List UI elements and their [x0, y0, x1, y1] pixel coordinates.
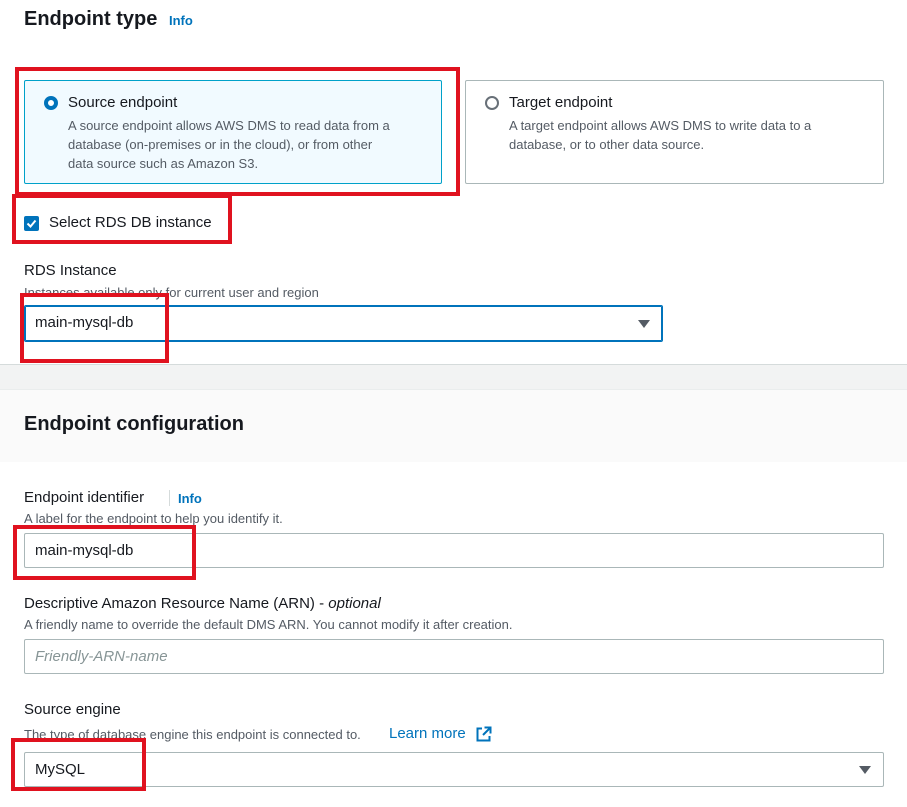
source-desc-line-3: data source such as Amazon S3. [68, 156, 259, 171]
rds-instance-description: Instances available only for current use… [24, 285, 319, 300]
target-desc-line-2: database, or to other data source. [509, 137, 705, 152]
source-engine-value: MySQL [35, 761, 86, 778]
endpoint-configuration-panel: Endpoint identifier Info A label for the… [0, 462, 907, 807]
source-engine-label: Source engine [24, 701, 121, 718]
target-endpoint-title: Target endpoint [509, 94, 613, 111]
endpoint-type-title: Endpoint type [24, 8, 158, 30]
endpoint-configuration-title: Endpoint configuration [24, 413, 244, 435]
rds-instance-select[interactable]: main-mysql-db [24, 305, 663, 342]
source-endpoint-title: Source endpoint [68, 94, 178, 111]
source-desc-line-1: A source endpoint allows AWS DMS to read… [68, 118, 390, 133]
endpoint-identifier-input[interactable]: main-mysql-db [24, 533, 884, 568]
endpoint-type-panel: Endpoint type Info Source endpoint A sou… [0, 0, 907, 365]
rds-instance-label: RDS Instance [24, 262, 117, 279]
endpoint-configuration-header: Endpoint configuration [0, 389, 907, 463]
caret-down-icon [859, 766, 871, 774]
arn-optional-text: optional [328, 595, 381, 612]
arn-placeholder: Friendly-ARN-name [35, 648, 168, 665]
caret-down-icon [638, 320, 650, 328]
learn-more-link[interactable]: Learn more [389, 725, 466, 742]
endpoint-identifier-value: main-mysql-db [35, 542, 134, 559]
source-endpoint-tile[interactable]: Source endpoint A source endpoint allows… [24, 80, 442, 184]
arn-description: A friendly name to override the default … [24, 617, 513, 632]
target-endpoint-description: A target endpoint allows AWS DMS to writ… [509, 116, 811, 154]
source-desc-line-2: database (on-premises or in the cloud), … [68, 137, 373, 152]
external-link-icon[interactable] [475, 726, 492, 743]
endpoint-identifier-info-link[interactable]: Info [178, 491, 202, 506]
target-endpoint-tile[interactable]: Target endpoint A target endpoint allows… [465, 80, 884, 184]
source-engine-select[interactable]: MySQL [24, 752, 884, 787]
rds-instance-value: main-mysql-db [35, 314, 134, 331]
endpoint-type-info-link[interactable]: Info [169, 13, 193, 28]
label-separator [169, 490, 170, 506]
target-desc-line-1: A target endpoint allows AWS DMS to writ… [509, 118, 812, 133]
source-engine-description: The type of database engine this endpoin… [24, 727, 361, 742]
select-rds-checkbox[interactable] [24, 216, 39, 231]
arn-label: Descriptive Amazon Resource Name (ARN) -… [24, 595, 381, 612]
select-rds-label[interactable]: Select RDS DB instance [49, 214, 212, 231]
endpoint-identifier-description: A label for the endpoint to help you ide… [24, 511, 283, 526]
arn-label-text: Descriptive Amazon Resource Name (ARN) - [24, 595, 325, 612]
endpoint-identifier-label: Endpoint identifier [24, 489, 145, 506]
target-endpoint-radio[interactable] [485, 96, 499, 110]
source-endpoint-description: A source endpoint allows AWS DMS to read… [68, 116, 390, 173]
source-endpoint-radio[interactable] [44, 96, 58, 110]
checkmark-icon [26, 219, 37, 228]
arn-input[interactable]: Friendly-ARN-name [24, 639, 884, 674]
